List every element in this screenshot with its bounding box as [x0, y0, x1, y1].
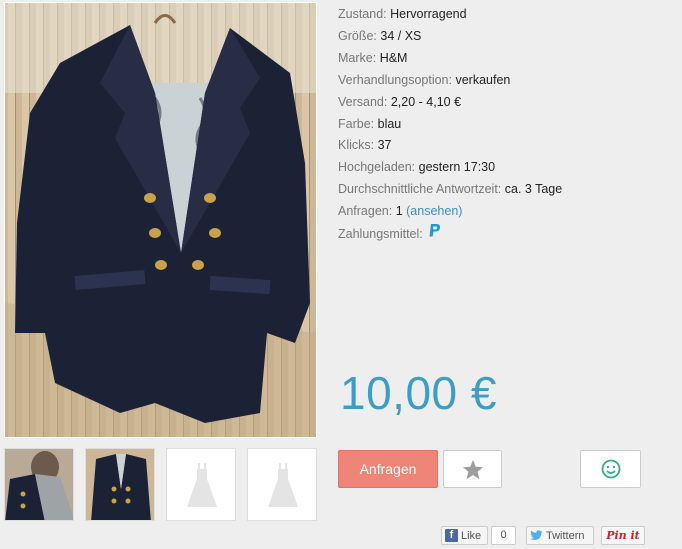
detail-value: 37 — [377, 138, 392, 153]
detail-value: gestern 17:30 — [418, 160, 496, 175]
detail-label: Zahlungsmittel: — [338, 226, 423, 241]
detail-label: Hochgeladen: — [338, 160, 416, 175]
detail-label: Klicks: — [338, 138, 375, 153]
detail-row-response-time: Durchschnittliche Antwortzeit: ca. 3 Tag… — [338, 179, 562, 201]
facebook-icon: f — [445, 529, 458, 542]
dress-placeholder-icon — [268, 463, 298, 507]
twitter-label: Twittern — [546, 529, 585, 542]
detail-row-condition: Zustand: Hervorragend — [338, 4, 562, 26]
twitter-button[interactable]: Twittern — [526, 526, 594, 545]
facebook-like-button[interactable]: f Like — [441, 526, 488, 545]
dress-placeholder-icon — [187, 463, 217, 507]
detail-label: Anfragen: — [338, 204, 393, 219]
detail-value: ca. 3 Tage — [504, 182, 563, 197]
ask-button[interactable]: Anfragen — [338, 450, 438, 488]
detail-label: Verhandlungsoption: — [338, 72, 452, 87]
thumbnail-2[interactable] — [85, 448, 155, 521]
detail-value: 1 — [395, 204, 403, 219]
smile-button[interactable] — [580, 450, 641, 488]
view-requests-link[interactable]: (ansehen) — [406, 204, 462, 218]
detail-row-negotiation: Verhandlungsoption: verkaufen — [338, 70, 562, 92]
item-details: Zustand: Hervorragend Größe: 34 / XS Mar… — [338, 4, 562, 246]
detail-row-payment: Zahlungsmittel: — [338, 223, 562, 246]
twitter-bird-icon — [530, 530, 543, 540]
detail-label: Durchschnittliche Antwortzeit: — [338, 182, 502, 197]
main-product-photo[interactable] — [4, 2, 317, 438]
star-icon — [462, 459, 483, 479]
detail-row-uploaded: Hochgeladen: gestern 17:30 — [338, 157, 562, 179]
detail-value: 34 / XS — [380, 28, 422, 43]
detail-value: verkaufen — [455, 72, 511, 87]
price: 10,00 € — [340, 367, 497, 419]
jacket-photo-illustration — [5, 3, 316, 437]
detail-row-shipping: Versand: 2,20 - 4,10 € — [338, 92, 562, 114]
thumbnail-photo-2 — [86, 449, 154, 520]
detail-value: H&M — [379, 50, 408, 65]
detail-label: Zustand: — [338, 7, 387, 21]
detail-value: 2,20 - 4,10 € — [390, 94, 462, 109]
detail-label: Versand: — [338, 94, 388, 109]
facebook-like-label: Like — [461, 529, 482, 542]
detail-label: Größe: — [338, 28, 377, 43]
facebook-like-count: 0 — [491, 526, 516, 545]
pinterest-button[interactable]: Pin it — [601, 526, 645, 545]
detail-row-size: Größe: 34 / XS — [338, 26, 562, 48]
detail-row-brand: Marke: H&M — [338, 48, 562, 70]
detail-value: Hervorragend — [390, 7, 467, 21]
thumbnail-placeholder-1[interactable] — [166, 448, 236, 521]
thumbnail-placeholder-2[interactable] — [247, 448, 317, 521]
thumbnail-1[interactable] — [4, 448, 74, 521]
detail-row-color: Farbe: blau — [338, 114, 562, 136]
favorite-button[interactable] — [443, 450, 502, 488]
detail-label: Farbe: — [338, 116, 375, 131]
detail-value: blau — [377, 116, 402, 131]
detail-row-requests: Anfragen: 1 (ansehen) — [338, 201, 562, 223]
smile-icon — [601, 459, 620, 479]
thumbnail-photo-1 — [5, 449, 73, 520]
detail-row-clicks: Klicks: 37 — [338, 135, 562, 157]
paypal-icon — [428, 223, 442, 246]
detail-label: Marke: — [338, 50, 377, 65]
